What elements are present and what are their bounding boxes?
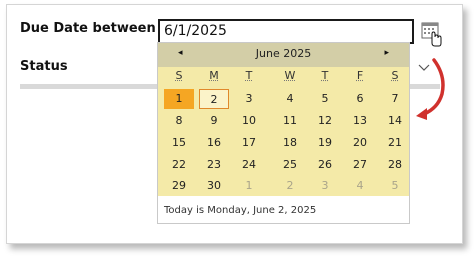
calendar-day[interactable]: 3 — [310, 176, 340, 196]
calendar-day[interactable]: 17 — [234, 133, 264, 153]
calendar-day[interactable]: 13 — [345, 111, 375, 131]
status-label: Status — [20, 59, 68, 74]
calendar-month-title[interactable]: June 2025 — [158, 47, 409, 60]
calendar-day[interactable]: 14 — [380, 111, 410, 131]
weekday-header: T — [321, 69, 329, 82]
calendar-day[interactable]: 11 — [275, 111, 305, 131]
calendar-day[interactable]: 23 — [199, 155, 229, 175]
calendar-icon[interactable] — [421, 21, 442, 47]
calendar-day[interactable]: 18 — [275, 133, 305, 153]
calendar-day[interactable]: 15 — [164, 133, 194, 153]
calendar-day[interactable]: 2 — [199, 89, 229, 109]
due-date-label: Due Date between — [20, 21, 156, 36]
calendar-day[interactable]: 5 — [380, 176, 410, 196]
weekday-header: S — [391, 69, 399, 82]
calendar-day[interactable]: 24 — [234, 155, 264, 175]
calendar-day[interactable]: 4 — [345, 176, 375, 196]
calendar-day[interactable]: 7 — [380, 89, 410, 109]
calendar-day[interactable]: 29 — [164, 176, 194, 196]
calendar-day[interactable]: 20 — [345, 133, 375, 153]
calendar-today-footer[interactable]: Today is Monday, June 2, 2025 — [164, 205, 316, 216]
calendar-day[interactable]: 16 — [199, 133, 229, 153]
calendar-day[interactable]: 2 — [275, 176, 305, 196]
weekday-header: F — [356, 69, 364, 82]
calendar-day[interactable]: 8 — [164, 111, 194, 131]
calendar-day[interactable]: 9 — [199, 111, 229, 131]
weekday-header: T — [245, 69, 253, 82]
due-date-input[interactable]: 6/1/2025 — [158, 19, 414, 44]
weekday-header: W — [284, 69, 296, 82]
calendar-day[interactable]: 4 — [275, 89, 305, 109]
date-picker-popup: ◂ June 2025 ▸ SMTWTFS 1 2 3 4 5 6 7 8 9 10 11 12 13 1… — [157, 42, 410, 224]
calendar-day[interactable]: 1 — [234, 176, 264, 196]
calendar-day[interactable]: 25 — [275, 155, 305, 175]
calendar-day[interactable]: 19 — [310, 133, 340, 153]
calendar-day[interactable]: 3 — [234, 89, 264, 109]
calendar-day[interactable]: 22 — [164, 155, 194, 175]
calendar-day[interactable]: 21 — [380, 133, 410, 153]
calendar-day[interactable]: 28 — [380, 155, 410, 175]
next-month-button[interactable]: ▸ — [384, 48, 389, 58]
calendar-day[interactable]: 5 — [310, 89, 340, 109]
weekday-header: M — [209, 69, 219, 82]
curved-arrow-icon — [416, 58, 445, 120]
calendar-day[interactable]: 27 — [345, 155, 375, 175]
calendar-day[interactable]: 10 — [234, 111, 264, 131]
calendar-day[interactable]: 1 — [164, 89, 194, 109]
calendar-day[interactable]: 26 — [310, 155, 340, 175]
calendar-day[interactable]: 6 — [345, 89, 375, 109]
weekday-header: S — [175, 69, 183, 82]
calendar-header: ◂ June 2025 ▸ — [158, 43, 409, 67]
calendar-day[interactable]: 12 — [310, 111, 340, 131]
calendar-day[interactable]: 30 — [199, 176, 229, 196]
